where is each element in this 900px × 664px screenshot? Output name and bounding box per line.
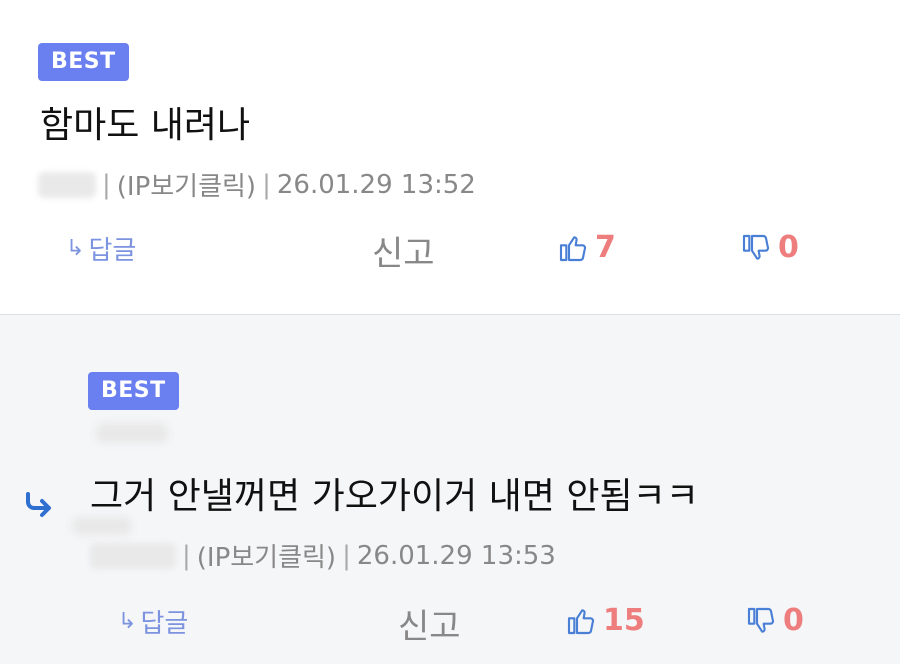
- author-name-blurred: [38, 171, 96, 198]
- like-button[interactable]: 7: [557, 230, 616, 265]
- comment-text: 함마도 내려나: [40, 105, 251, 146]
- comment-actions: ↳ 답글 신고 7 0: [0, 222, 900, 275]
- dislike-button[interactable]: 0: [745, 603, 804, 638]
- author-name-blurred: [90, 542, 176, 569]
- comment-text: 그거 안낼꺼면 가오가이거 내면 안됨ㅋㅋ: [90, 476, 699, 517]
- dislike-count: 0: [783, 603, 804, 638]
- reply-comment-item: BEST 그거 안낼꺼면 가오가이거 내면 안됨ㅋㅋ | (IP보기클릭) | …: [0, 314, 900, 664]
- dislike-button[interactable]: 0: [740, 230, 799, 265]
- report-button[interactable]: 신고: [398, 599, 461, 648]
- ip-view-link[interactable]: (IP보기클릭): [117, 166, 256, 203]
- like-count: 7: [595, 230, 616, 265]
- reply-arrow-icon: ↳: [66, 236, 85, 261]
- best-badge: BEST: [88, 372, 179, 410]
- thumbs-up-icon: [559, 235, 587, 261]
- thumbs-up-icon: [567, 608, 595, 634]
- blurred-line: [72, 517, 132, 535]
- reply-label: 답글: [88, 236, 137, 266]
- dislike-count: 0: [778, 230, 799, 265]
- like-count: 15: [603, 603, 645, 638]
- comment-actions: ↳ 답글 신고 15 0: [0, 595, 900, 648]
- comment-date: 26.01.29 13:53: [356, 540, 556, 571]
- reply-indicator-icon: [26, 492, 51, 517]
- thumbs-down-icon: [747, 607, 775, 633]
- reply-label: 답글: [140, 609, 189, 639]
- reply-arrow-icon: ↳: [118, 609, 137, 634]
- reply-button[interactable]: ↳ 답글: [118, 603, 188, 640]
- comment-meta: | (IP보기클릭) | 26.01.29 13:52: [38, 166, 476, 203]
- reply-button[interactable]: ↳ 답글: [66, 230, 136, 267]
- like-button[interactable]: 15: [565, 603, 645, 638]
- comment-meta: | (IP보기클릭) | 26.01.29 13:53: [90, 537, 556, 574]
- report-button[interactable]: 신고: [372, 226, 435, 275]
- blurred-line: [96, 423, 168, 443]
- comment-date: 26.01.29 13:52: [276, 169, 476, 200]
- best-badge: BEST: [38, 43, 129, 81]
- thumbs-down-icon: [742, 234, 770, 260]
- ip-view-link[interactable]: (IP보기클릭): [197, 537, 336, 574]
- comment-item: BEST 함마도 내려나 | (IP보기클릭) | 26.01.29 13:52…: [0, 0, 900, 314]
